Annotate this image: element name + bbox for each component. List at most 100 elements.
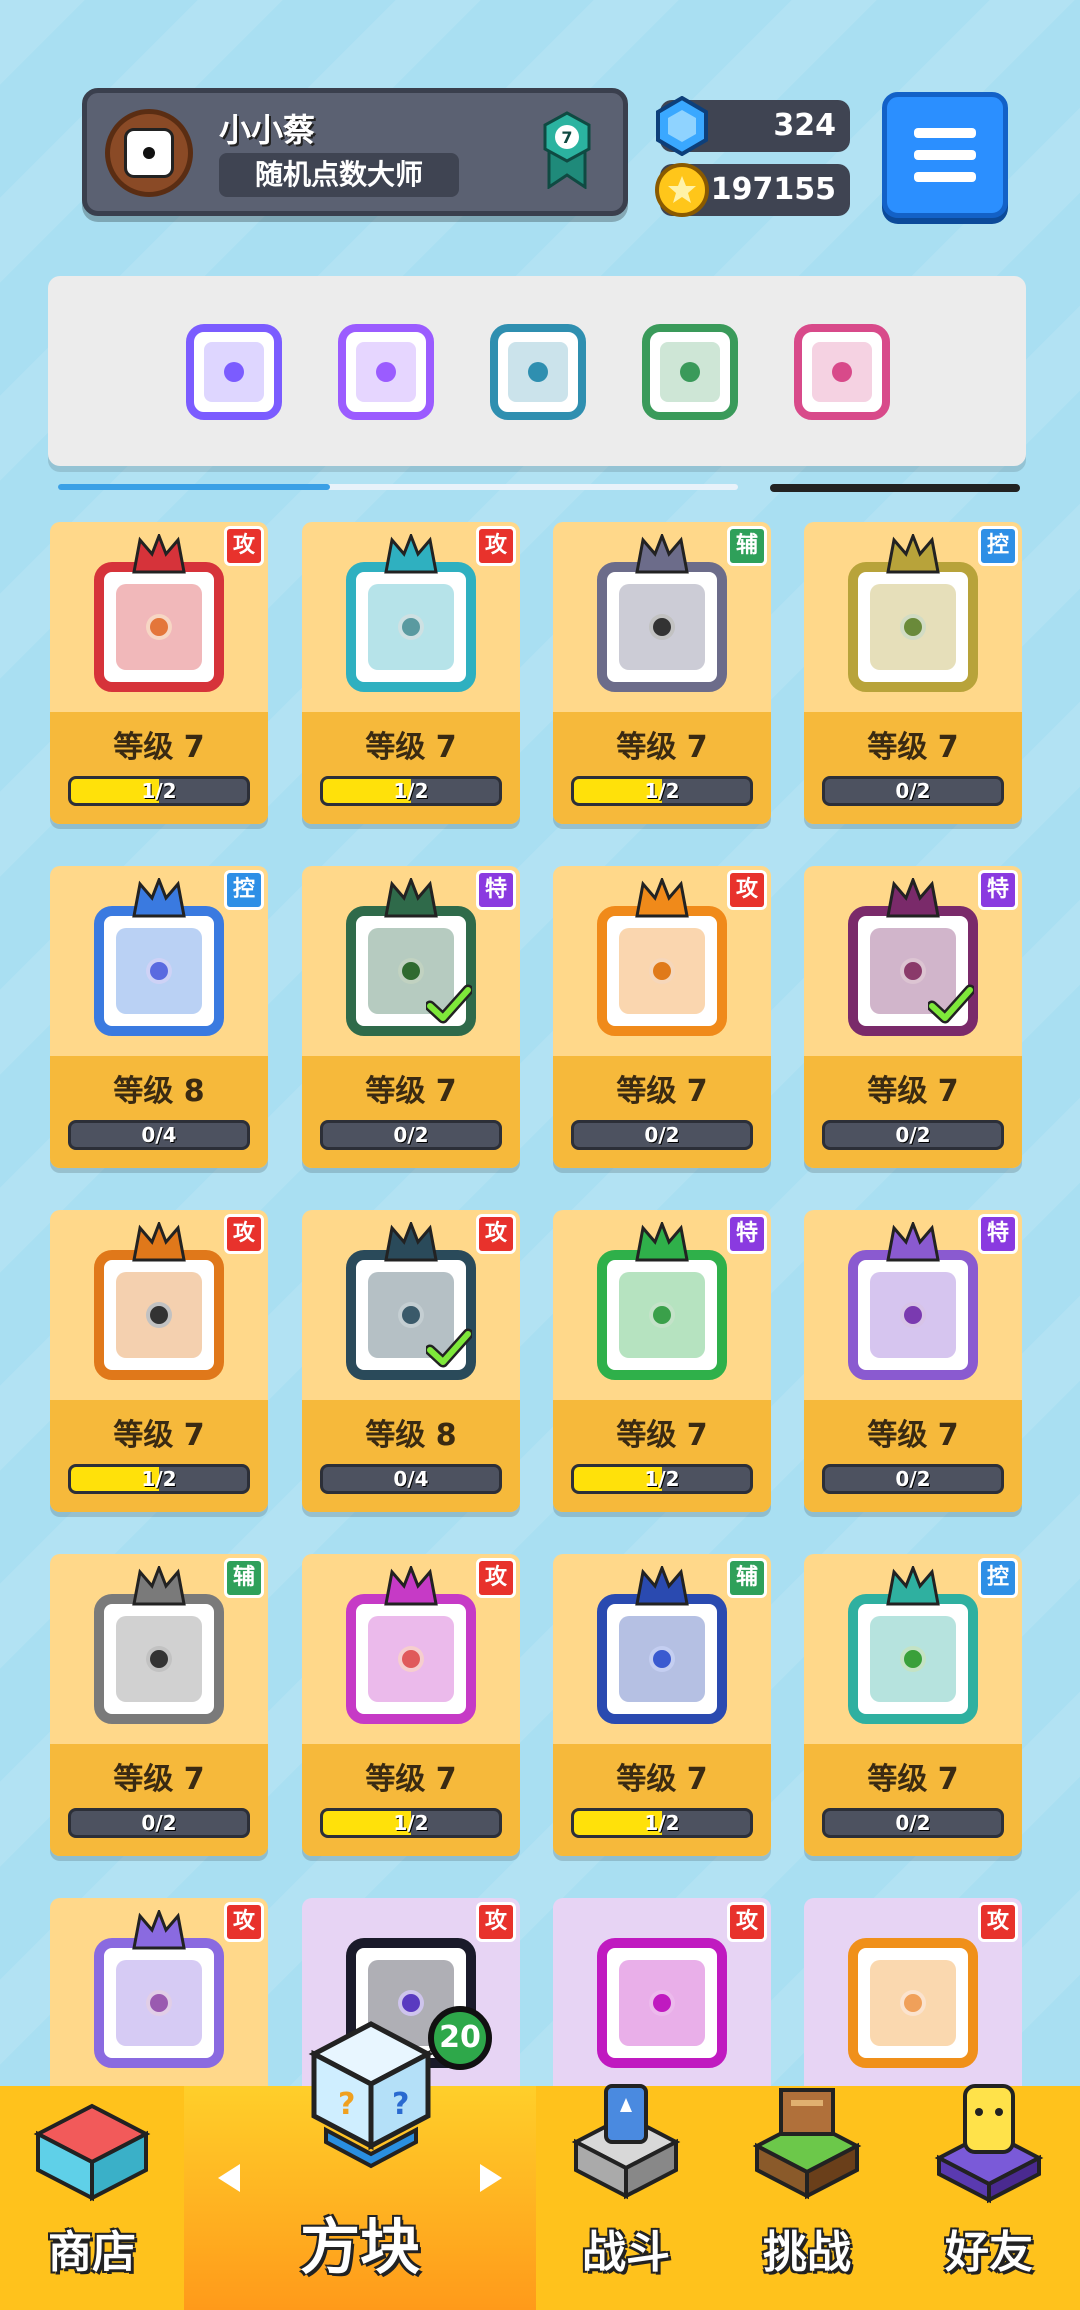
dice-face-icon [597, 562, 727, 692]
dice-card[interactable]: 辅等级 7 1/2 [553, 522, 771, 824]
card-progress-bar: 0/4 [68, 1120, 250, 1150]
card-level: 等级 7 [113, 1762, 205, 1797]
card-level: 等级 7 [616, 730, 708, 765]
progress-text: 1/2 [644, 1811, 680, 1835]
dragon-crown-icon [635, 878, 689, 918]
dice-card[interactable]: 攻等级 7 1/2 [50, 1210, 268, 1512]
dice-face-icon [94, 1250, 224, 1380]
dice-card[interactable]: 控等级 7 0/2 [804, 1554, 1022, 1856]
card-level: 等级 7 [867, 730, 959, 765]
equipped-check-icon [928, 984, 974, 1024]
dice-face-icon [848, 562, 978, 692]
card-type-tag: 攻 [224, 1902, 264, 1942]
dice-face-icon [597, 1938, 727, 2068]
dice-card[interactable]: 攻等级 7 1/2 [302, 522, 520, 824]
rank-ribbon-icon[interactable]: 7 [541, 111, 593, 189]
nav-challenge[interactable]: 挑战 [716, 2086, 898, 2310]
progress-text: 0/2 [895, 1123, 931, 1147]
card-progress-bar: 0/2 [320, 1120, 502, 1150]
card-progress-bar: 1/2 [571, 1808, 753, 1838]
player-avatar[interactable] [105, 109, 193, 197]
card-progress-bar: 0/2 [822, 1120, 1004, 1150]
cross-die-icon[interactable] [792, 322, 892, 422]
challenge-icon [752, 2088, 862, 2200]
coin-amount: 197155 [710, 172, 836, 207]
card-type-tag: 攻 [476, 1902, 516, 1942]
prev-arrow-icon[interactable] [218, 2164, 240, 2192]
coin-counter[interactable]: 197155 [655, 163, 850, 217]
card-level: 等级 7 [365, 730, 457, 765]
card-level: 等级 7 [113, 730, 205, 765]
dragon-crown-icon [132, 1910, 186, 1950]
card-type-tag: 辅 [727, 1558, 767, 1598]
gem-amount: 324 [773, 108, 836, 143]
coin-icon [655, 163, 709, 217]
dragon-crown-icon [635, 534, 689, 574]
menu-bar [914, 172, 976, 182]
dice-card[interactable]: 控等级 8 0/4 [50, 866, 268, 1168]
dragon-crown-icon [132, 534, 186, 574]
nav-friends[interactable]: 好友 [898, 2084, 1080, 2310]
dice-face-icon [597, 1250, 727, 1380]
card-type-tag: 辅 [224, 1558, 264, 1598]
rainbow-die-icon[interactable] [336, 322, 436, 422]
die-avatar-icon [124, 128, 174, 178]
nav-friends-label: 好友 [945, 2227, 1033, 2278]
card-progress-bar: 0/4 [320, 1464, 502, 1494]
dragon-crown-icon [132, 1566, 186, 1606]
dice-box-icon[interactable]: ? ? [296, 2020, 446, 2170]
dice-card[interactable]: 特等级 7 1/2 [553, 1210, 771, 1512]
dice-card[interactable]: 控等级 7 0/2 [804, 522, 1022, 824]
dice-card[interactable]: 攻等级 7 1/2 [302, 1554, 520, 1856]
bottom-nav: 商店 方块 战斗 挑战 好友 [0, 2084, 1080, 2310]
card-progress-bar: 1/2 [320, 1808, 502, 1838]
dice-card[interactable]: 特等级 7 0/2 [302, 866, 520, 1168]
card-type-tag: 特 [476, 870, 516, 910]
nav-battle[interactable]: 战斗 [536, 2084, 716, 2310]
nav-shop[interactable]: 商店 [0, 2086, 184, 2310]
progress-text: 0/2 [895, 779, 931, 803]
card-type-tag: 特 [978, 1214, 1018, 1254]
progress-text: 1/2 [141, 1467, 177, 1491]
progress-text: 1/2 [393, 779, 429, 803]
shop-icon [33, 2103, 151, 2202]
card-progress-bar: 1/2 [68, 776, 250, 806]
progress-text: 0/2 [644, 1123, 680, 1147]
card-type-tag: 特 [978, 870, 1018, 910]
card-type-tag: 攻 [476, 526, 516, 566]
card-type-tag: 攻 [727, 1902, 767, 1942]
dragon-crown-icon [635, 1222, 689, 1262]
svg-text:?: ? [392, 2087, 409, 2122]
nav-dice-label: 方块 [300, 2213, 420, 2283]
card-progress-bar: 1/2 [571, 776, 753, 806]
dice-face-icon [848, 1938, 978, 2068]
card-type-tag: 控 [224, 870, 264, 910]
dragon-crown-icon [886, 878, 940, 918]
card-type-tag: 特 [727, 1214, 767, 1254]
dice-card[interactable]: 攻等级 7 0/2 [553, 866, 771, 1168]
dice-card[interactable]: 特等级 7 0/2 [804, 1210, 1022, 1512]
gem-counter[interactable]: 324 [656, 96, 850, 156]
dice-card[interactable]: 攻等级 7 1/2 [50, 522, 268, 824]
dice-card[interactable]: 特等级 7 0/2 [804, 866, 1022, 1168]
dice-card[interactable]: 辅等级 7 1/2 [553, 1554, 771, 1856]
battle-icon [571, 2084, 681, 2200]
rank-number: 7 [561, 128, 572, 147]
dice-face-icon [346, 562, 476, 692]
hands-die-icon[interactable] [184, 322, 284, 422]
player-profile-panel[interactable]: 小小蔡 随机点数大师 7 [82, 88, 628, 216]
pentagram-die-icon[interactable] [640, 322, 740, 422]
dice-card[interactable]: 攻等级 8 0/4 [302, 1210, 520, 1512]
card-progress-bar: 1/2 [320, 776, 502, 806]
gem-icon [656, 96, 708, 156]
next-arrow-icon[interactable] [480, 2164, 502, 2192]
menu-button[interactable] [882, 92, 1008, 218]
progress-text: 1/2 [393, 1811, 429, 1835]
card-type-tag: 辅 [727, 526, 767, 566]
card-level: 等级 7 [365, 1074, 457, 1109]
dice-card[interactable]: 辅等级 7 0/2 [50, 1554, 268, 1856]
card-progress-bar: 1/2 [68, 1464, 250, 1494]
vortex-die-icon[interactable] [488, 322, 588, 422]
dice-face-icon [94, 906, 224, 1036]
card-progress-bar: 1/2 [571, 1464, 753, 1494]
